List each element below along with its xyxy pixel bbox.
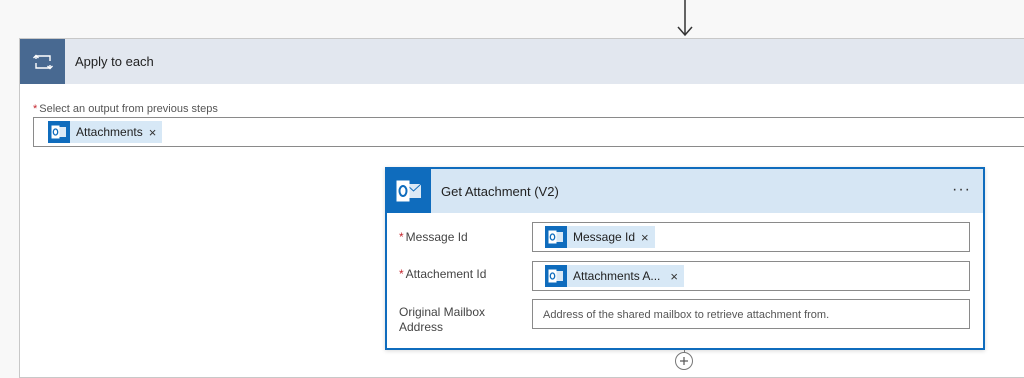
original-mailbox-address-label: Original Mailbox Address — [399, 305, 485, 335]
attachment-id-token[interactable]: Attachments A... × — [545, 265, 684, 287]
arrow-down-icon — [677, 0, 693, 37]
attachment-id-token-label: Attachments A... — [573, 269, 661, 283]
output-field-label-text: Select an output from previous steps — [39, 103, 218, 115]
original-mailbox-address-input[interactable]: Address of the shared mailbox to retriev… — [532, 299, 970, 329]
message-id-token-label: Message Id — [573, 230, 636, 244]
remove-token-button[interactable]: × — [666, 269, 684, 284]
get-attachment-card[interactable]: Get Attachment (V2) ··· * Message Id Mess… — [385, 167, 985, 350]
outlook-icon — [48, 121, 70, 143]
original-mailbox-label-line2: Address — [399, 320, 444, 334]
output-field-label: * Select an output from previous steps — [33, 103, 218, 115]
attachment-id-field[interactable]: Attachments A... × — [532, 261, 970, 291]
original-mailbox-label-line1: Original Mailbox — [399, 305, 486, 319]
required-mark: * — [399, 230, 404, 244]
attachment-id-label: * Attachement Id — [399, 267, 486, 282]
message-id-label-text: Message Id — [405, 230, 468, 244]
output-input[interactable]: Attachments × — [33, 117, 1024, 147]
outlook-icon — [545, 265, 567, 287]
attachment-id-label-text: Attachement Id — [405, 267, 487, 281]
apply-to-each-title: Apply to each — [75, 54, 154, 69]
message-id-token[interactable]: Message Id × — [545, 226, 655, 248]
more-options-icon[interactable]: ··· — [952, 181, 971, 199]
get-attachment-header[interactable]: Get Attachment (V2) ··· — [387, 169, 983, 213]
attachments-token-label: Attachments — [76, 125, 143, 139]
outlook-icon — [545, 226, 567, 248]
outlook-icon — [387, 169, 431, 213]
apply-to-each-header[interactable]: Apply to each — [20, 39, 1024, 84]
loop-icon — [20, 39, 65, 84]
original-mailbox-placeholder: Address of the shared mailbox to retriev… — [543, 309, 830, 321]
message-id-field[interactable]: Message Id × — [532, 222, 970, 252]
message-id-label: * Message Id — [399, 230, 468, 245]
attachments-token[interactable]: Attachments × — [48, 121, 163, 143]
get-attachment-title: Get Attachment (V2) — [441, 183, 559, 199]
remove-token-button[interactable]: × — [149, 125, 163, 140]
remove-token-button[interactable]: × — [641, 230, 655, 245]
required-mark: * — [33, 103, 38, 115]
plus-icon[interactable] — [675, 352, 693, 370]
required-mark: * — [399, 267, 404, 281]
